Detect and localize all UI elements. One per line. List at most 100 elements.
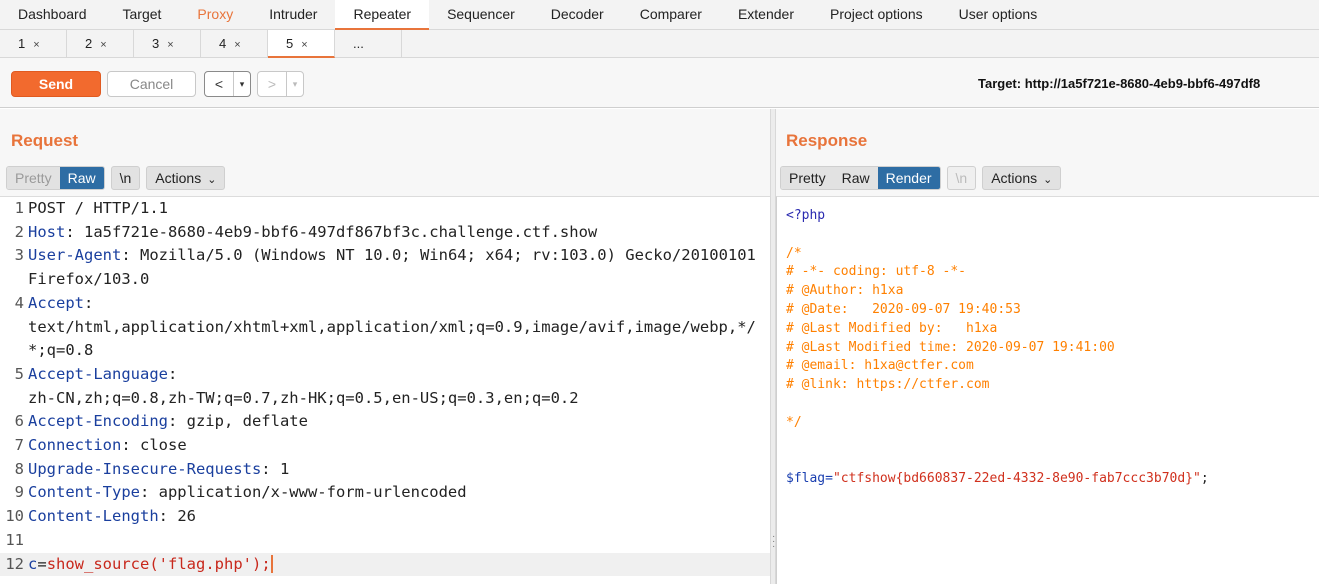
header-name: Accept-Language [28,364,168,383]
header-name: Content-Type [28,483,140,502]
repeater-tab-label: 2 [85,36,93,51]
chevron-down-icon[interactable]: ▾ [286,72,303,96]
flag-value: "ctfshow{bd660837-22ed-4332-8e90-fab7ccc… [832,471,1201,487]
menu-tab-intruder[interactable]: Intruder [251,0,335,29]
main-menu-bar: Dashboard Target Proxy Intruder Repeater… [0,0,1319,30]
request-line-body[interactable]: 12 c=show_source('flag.php'); [0,552,770,577]
menu-tab-dashboard[interactable]: Dashboard [0,0,105,29]
request-line[interactable]: 11 [0,529,770,553]
repeater-tab-5[interactable]: 5 × [268,30,335,58]
repeater-tab-more[interactable]: ... [335,30,402,57]
line-number: 5 [14,364,24,383]
request-line[interactable]: 3 User-Agent: Mozilla/5.0 (Windows NT 10.… [0,244,770,291]
response-render-view: <?php /* # -*- coding: utf-8 -*- # @Author… [776,196,1319,584]
php-comment-line: # @Last Modified by: h1xa [786,320,998,336]
php-comment-line: # -*- coding: utf-8 -*- [786,264,967,280]
header-name: Accept-Encoding [28,412,168,431]
request-view-controls: Pretty Raw \n Actions ⌄ [6,166,226,190]
history-back-button[interactable]: < ▾ [204,71,251,97]
target-url[interactable]: Target: http://1a5f721e-8680-4eb9-bbf6-4… [978,76,1260,91]
request-actions-menu[interactable]: Actions ⌄ [146,166,226,190]
response-tab-render[interactable]: Render [877,167,940,189]
request-newline-toggle[interactable]: \n [110,166,141,190]
chevron-down-icon[interactable]: ▾ [233,72,250,96]
repeater-tab-4[interactable]: 4 × [201,30,268,57]
request-line-text [28,529,770,553]
close-icon[interactable]: × [301,39,307,51]
menu-tab-project-options[interactable]: Project options [812,0,941,29]
request-line-text: Accept: text/html,application/xhtml+xml,… [28,292,770,363]
close-icon[interactable]: × [167,39,173,51]
request-line-text: Content-Length: 26 [28,505,770,529]
repeater-tab-2[interactable]: 2 × [67,30,134,57]
cancel-button[interactable]: Cancel [107,71,196,97]
line-number: 11 [5,530,24,549]
menu-tab-sequencer[interactable]: Sequencer [429,0,533,29]
request-line[interactable]: 7 Connection: close [0,434,770,458]
request-editor[interactable]: 1 POST / HTTP/1.1 2 Host: 1a5f721e-8680-4eb… [0,196,770,584]
history-forward-button[interactable]: > ▾ [257,71,304,97]
response-view-toggle: Pretty Raw Render [780,166,941,190]
repeater-tab-label: 1 [18,36,26,51]
response-actions-menu[interactable]: Actions ⌄ [982,166,1062,190]
body-param-value: show_source('flag.php'); [46,554,273,573]
response-pane: Response Pretty Raw Render \n Actions ⌄ <… [776,109,1319,584]
request-title: Request [11,131,79,150]
request-line[interactable]: 9 Content-Type: application/x-www-form-ur… [0,481,770,505]
header-value: : 26 [158,507,196,526]
request-line[interactable]: 1 POST / HTTP/1.1 [0,197,770,221]
header-value: : text/html,application/xhtml+xml,applic… [28,293,756,360]
chevron-left-icon: < [214,76,224,92]
menu-tab-extender[interactable]: Extender [720,0,812,29]
request-line-text: POST / HTTP/1.1 [28,197,770,221]
splitter-grip-icon[interactable]: · · · [772,532,775,552]
request-tab-pretty[interactable]: Pretty [7,167,60,189]
menu-tab-user-options[interactable]: User options [941,0,1056,29]
actions-label: Actions [155,170,202,186]
repeater-tab-1[interactable]: 1 × [0,30,67,57]
close-icon[interactable]: × [234,39,240,51]
header-value: : close [121,436,187,455]
menu-tab-target[interactable]: Target [105,0,180,29]
request-line[interactable]: 5 Accept-Language: zh-CN,zh;q=0.8,zh-TW;q… [0,363,770,410]
close-icon[interactable]: × [100,39,106,51]
request-line[interactable]: 6 Accept-Encoding: gzip, deflate [0,410,770,434]
request-line[interactable]: 2 Host: 1a5f721e-8680-4eb9-bbf6-497df867b… [0,221,770,245]
line-number: 12 [5,554,24,573]
menu-tab-proxy[interactable]: Proxy [179,0,251,29]
response-tab-raw[interactable]: Raw [833,167,878,189]
request-line[interactable]: 10 Content-Length: 26 [0,505,770,529]
flag-eq: = [825,471,833,487]
line-number: 8 [14,459,24,478]
request-pane: Request Pretty Raw \n Actions ⌄ 1 POST / H… [0,109,770,584]
chevron-down-icon: ⌄ [207,174,217,186]
send-button[interactable]: Send [11,71,101,97]
menu-tab-comparer[interactable]: Comparer [622,0,720,29]
php-comment-line: # @link: https://ctfer.com [786,377,990,393]
menu-tab-decoder[interactable]: Decoder [533,0,622,29]
line-number: 3 [14,246,24,265]
header-name: Accept [28,293,84,312]
header-value: : Mozilla/5.0 (Windows NT 10.0; Win64; x… [28,246,766,289]
body-param-eq: = [37,554,47,573]
request-line[interactable]: 8 Upgrade-Insecure-Requests: 1 [0,458,770,482]
response-tab-pretty[interactable]: Pretty [781,167,834,189]
request-line-text: Accept-Language: zh-CN,zh;q=0.8,zh-TW;q=… [28,363,770,410]
repeater-tab-label: 5 [286,36,294,51]
close-icon[interactable]: × [33,39,39,51]
header-value: POST / HTTP/1.1 [28,199,168,217]
actions-label: Actions [991,170,1038,186]
request-line[interactable]: 4 Accept: text/html,application/xhtml+xml… [0,292,770,363]
flag-variable: $flag [786,471,826,487]
menu-tab-repeater[interactable]: Repeater [335,0,430,30]
repeater-tab-bar: 1 × 2 × 3 × 4 × 5 × ... [0,30,1319,58]
request-tab-raw[interactable]: Raw [59,167,104,189]
repeater-tab-3[interactable]: 3 × [134,30,201,57]
response-newline-toggle[interactable]: \n [946,166,977,190]
line-number: 4 [14,293,24,312]
repeater-tab-label: 3 [152,36,160,51]
request-line-text: Connection: close [28,434,770,458]
